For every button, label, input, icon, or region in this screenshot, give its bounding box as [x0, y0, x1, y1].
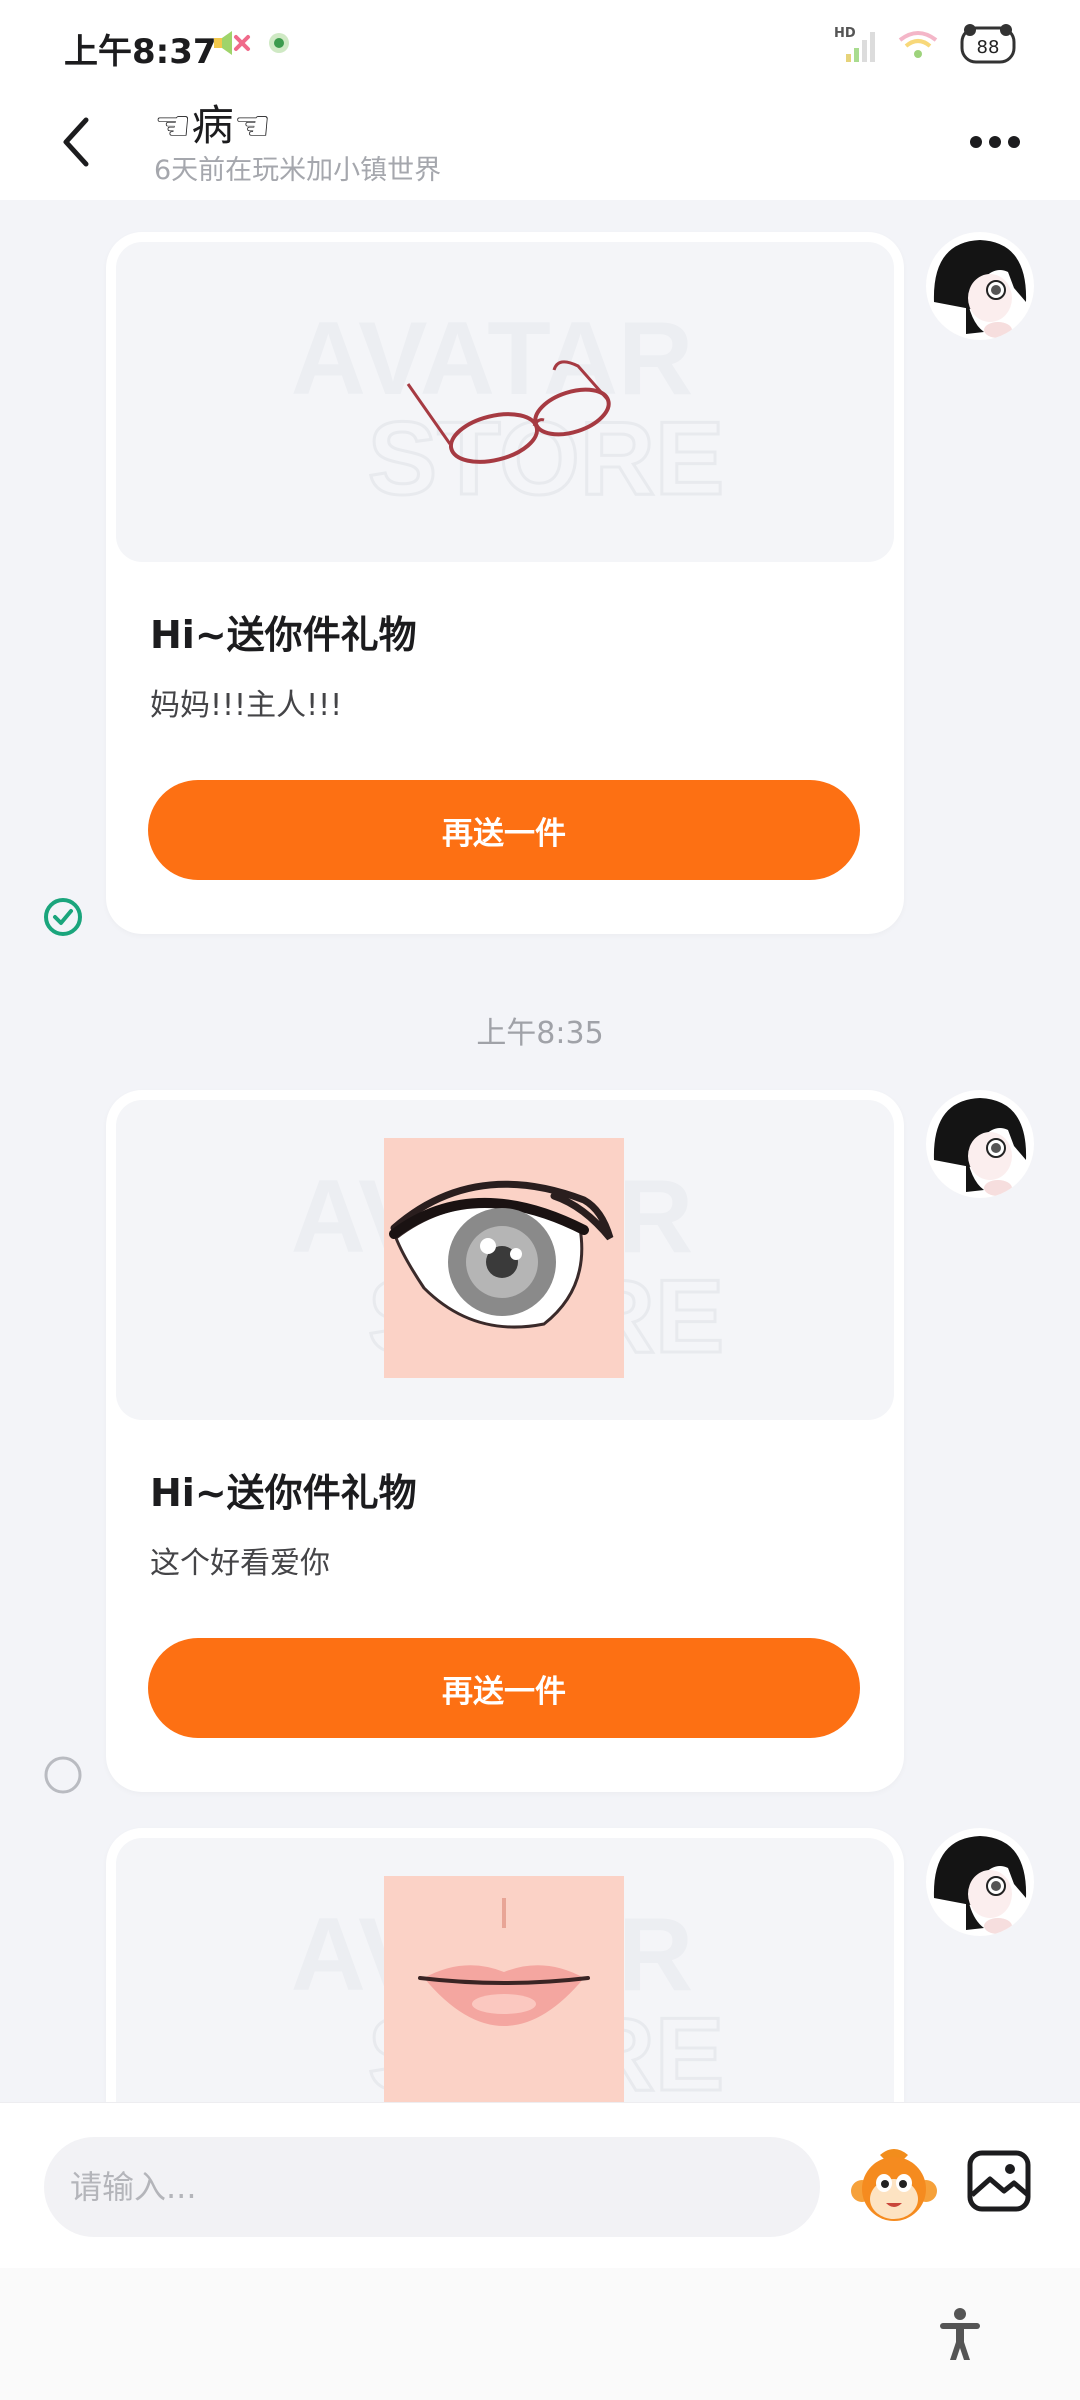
pending-circle-icon [44, 1756, 82, 1794]
more-dots-icon [970, 136, 1020, 148]
gift-message-card[interactable]: AVATAR STORE [106, 1828, 904, 2102]
gift-title: Hi~送你件礼物 [150, 1471, 417, 1515]
status-bar: 上午8:37 HD 88 [0, 0, 1080, 88]
chevron-left-icon [63, 117, 89, 167]
anime-avatar-icon [926, 232, 1034, 340]
app-notification-icon [266, 30, 292, 60]
signal-hd-label: HD [834, 26, 856, 41]
photo-button[interactable] [964, 2145, 1036, 2217]
signal-icon: HD [832, 24, 878, 68]
emoji-button[interactable] [850, 2141, 938, 2229]
contact-name[interactable]: ☜病☜ [154, 92, 271, 153]
back-button[interactable] [46, 102, 106, 182]
gift-preview[interactable]: AVATAR STORE [116, 242, 894, 562]
send-another-button[interactable]: 再送一件 [148, 1638, 860, 1738]
message-input[interactable] [44, 2137, 820, 2237]
gift-preview[interactable]: AVATAR STORE [116, 1838, 894, 2102]
message-composer [0, 2102, 1080, 2269]
muted-speaker-icon [212, 28, 252, 62]
eye-icon [384, 1138, 624, 1378]
status-icons-left [212, 28, 292, 62]
chat-header: ☜病☜ 6天前在玩米加小镇世界 [0, 88, 1080, 200]
sender-avatar[interactable] [926, 1828, 1034, 1936]
status-time: 上午8:37 [64, 32, 217, 72]
gift-message-text: 这个好看爱你 [150, 1546, 330, 1581]
gift-message-text: 妈妈!!!主人!!! [150, 688, 343, 723]
message-timestamp: 上午8:35 [476, 1016, 604, 1051]
system-nav-bar [0, 2268, 1080, 2400]
contact-status: 6天前在玩米加小镇世界 [154, 155, 442, 186]
chat-message-list[interactable]: AVATAR STORE Hi~送你件礼物 妈妈!!!主人!!! 再送一件 上午… [0, 200, 1080, 2102]
anime-avatar-icon [926, 1828, 1034, 1936]
accessibility-icon [940, 2308, 980, 2360]
gift-message-card[interactable]: AVATAR STORE Hi~送你件礼物 妈妈!!!主人!!! 再送一件 [106, 232, 904, 934]
accessibility-button[interactable] [932, 2306, 988, 2362]
status-icons-right: HD 88 [832, 22, 1020, 70]
more-options-button[interactable] [960, 112, 1030, 172]
sender-avatar[interactable] [926, 1090, 1034, 1198]
gift-title: Hi~送你件礼物 [150, 613, 417, 657]
battery-level: 88 [977, 37, 1000, 58]
send-another-button[interactable]: 再送一件 [148, 780, 860, 880]
gift-message-card[interactable]: AVATAR STORE Hi~送你件礼物 这个好看爱你 再送一件 [106, 1090, 904, 1792]
check-circle-icon [44, 898, 82, 936]
anime-avatar-icon [926, 1090, 1034, 1198]
sender-avatar[interactable] [926, 232, 1034, 340]
monkey-emoji-icon [851, 2149, 937, 2221]
wifi-icon [896, 26, 940, 66]
gift-preview[interactable]: AVATAR STORE [116, 1100, 894, 1420]
battery-icon: 88 [958, 22, 1020, 70]
lips-icon [384, 1876, 624, 2102]
glasses-icon [406, 360, 611, 464]
image-icon [967, 2150, 1031, 2212]
